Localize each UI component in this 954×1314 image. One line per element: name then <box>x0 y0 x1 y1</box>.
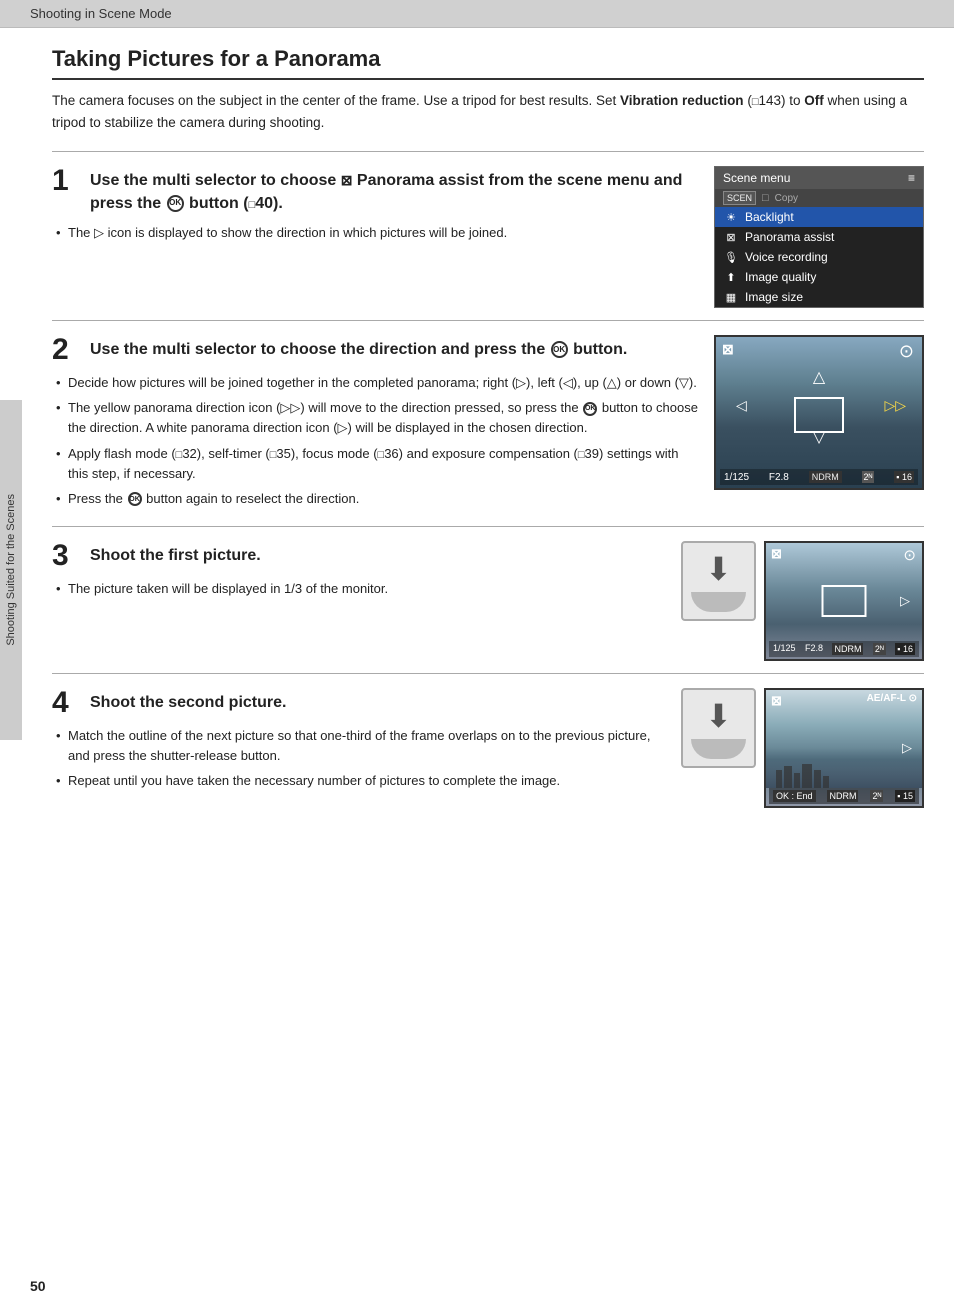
cam3-bracket <box>822 585 867 617</box>
step-4-section: 4 Shoot the second picture. Match the ou… <box>52 673 924 820</box>
scene-menu-backlight: ☀ Backlight <box>715 207 923 227</box>
cam-panorama-icon: ⊠ <box>722 341 734 358</box>
header-title: Shooting in Scene Mode <box>30 6 172 21</box>
step-2-bullet-4: Press the OK button again to reselect th… <box>52 489 700 509</box>
scene-menu-item: SCEN □ Copy <box>715 189 923 207</box>
scene-menu-panorama: ⊠ Panorama assist <box>715 227 923 247</box>
step-3-text: 3 Shoot the first picture. The picture t… <box>52 541 667 604</box>
scene-menu-header: Scene menu ≡ <box>715 167 923 189</box>
cam3-bottom: 1/125 F2.8 NDRM 2ᴺ ▪ 16 <box>769 641 919 657</box>
step-4-images: ⬇ ⊠ AE/AF-L ⊙ <box>681 688 924 808</box>
step-4-text: 4 Shoot the second picture. Match the ou… <box>52 688 667 796</box>
step-3-body: 3 Shoot the first picture. The picture t… <box>52 541 924 661</box>
step-3-section: 3 Shoot the first picture. The picture t… <box>52 526 924 673</box>
page-number: 50 <box>30 1278 46 1294</box>
step-4-bullet-1: Match the outline of the next picture so… <box>52 726 667 766</box>
step-3-bullets: The picture taken will be displayed in 1… <box>52 579 667 599</box>
step-4-header: 4 Shoot the second picture. <box>52 688 667 718</box>
cam-settings-icon: ⊙ <box>899 341 914 362</box>
cam3-arrow: ▷ <box>900 593 910 609</box>
cam-count: ▪ 16 <box>894 471 914 483</box>
step-1-text: 1 Use the multi selector to choose ⊠ Pan… <box>52 166 700 248</box>
cam3-tr: ⊙ <box>903 546 916 564</box>
step-2-header: 2 Use the multi selector to choose the d… <box>52 335 700 365</box>
step-1-number: 1 <box>52 166 76 196</box>
step-1-section: 1 Use the multi selector to choose ⊠ Pan… <box>52 151 924 320</box>
cam3-tl: ⊠ <box>771 546 782 562</box>
step-2-section: 2 Use the multi selector to choose the d… <box>52 320 924 526</box>
side-tab-label: Shooting Suited for the Scenes <box>5 494 17 646</box>
main-content: Taking Pictures for a Panorama The camer… <box>22 28 954 840</box>
step-3-images: ⬇ ⊠ ⊙ ▷ 1/125 F2.8 NDRM 2ᴺ ▪ 16 <box>681 541 924 661</box>
step-1-bullet-1: The ▷ icon is displayed to show the dire… <box>52 223 700 243</box>
cam-norm: NDRM <box>809 471 842 483</box>
cam4-tl: ⊠ <box>771 693 782 709</box>
camera-display-step4: ⊠ AE/AF-L ⊙ ▷ OK : End <box>764 688 924 808</box>
cam4-arrow: ▷ <box>902 740 912 756</box>
cam4-tr: AE/AF-L ⊙ <box>867 693 917 704</box>
step-4-title: Shoot the second picture. <box>90 688 286 714</box>
cam-right-arrow-yellow: ▷▷ <box>884 397 906 414</box>
step-3-header: 3 Shoot the first picture. <box>52 541 667 571</box>
step-3-title: Shoot the first picture. <box>90 541 261 567</box>
ok-inline-2: OK <box>128 492 142 506</box>
step-2-title: Use the multi selector to choose the dir… <box>90 335 627 361</box>
step-2-number: 2 <box>52 335 76 365</box>
step-4-bullets: Match the outline of the next picture so… <box>52 726 667 791</box>
step-4-bullet-2: Repeat until you have taken the necessar… <box>52 771 667 791</box>
ok-inline: OK <box>583 402 597 416</box>
step-1-title: Use the multi selector to choose ⊠ Panor… <box>90 166 700 215</box>
step-2-bullets: Decide how pictures will be joined toget… <box>52 373 700 509</box>
step-3-bullet-1: The picture taken will be displayed in 1… <box>52 579 667 599</box>
step-1-body: 1 Use the multi selector to choose ⊠ Pan… <box>52 166 924 308</box>
scene-menu-display: Scene menu ≡ SCEN □ Copy ☀ Backlight ⊠ P… <box>714 166 924 308</box>
page-title: Taking Pictures for a Panorama <box>52 46 924 80</box>
camera-display-step3: ⊠ ⊙ ▷ 1/125 F2.8 NDRM 2ᴺ ▪ 16 <box>764 541 924 661</box>
side-tab: Shooting Suited for the Scenes <box>0 400 22 740</box>
step-2-bullet-3: Apply flash mode (□32), self-timer (□35)… <box>52 444 700 484</box>
cam-shutter: 1/125 <box>724 472 749 483</box>
ok-button-icon-2: OK <box>551 341 568 358</box>
step-2-text: 2 Use the multi selector to choose the d… <box>52 335 700 514</box>
scene-menu-size: ▦ Image size <box>715 287 923 307</box>
cam-aperture: F2.8 <box>769 472 789 483</box>
step-2-bullet-2: The yellow panorama direction icon (▷▷) … <box>52 398 700 438</box>
page-header: Shooting in Scene Mode <box>0 0 954 28</box>
scene-menu-voice: 🎙 Voice recording <box>715 247 923 267</box>
intro-text: The camera focuses on the subject in the… <box>52 93 620 108</box>
cam-frames: 2ᴺ <box>862 471 875 483</box>
ok-button-icon: OK <box>167 195 184 212</box>
intro-paragraph: The camera focuses on the subject in the… <box>52 90 924 133</box>
camera-display-step2: ⊠ ⊙ △ ◁ ▷▷ ▽ 1/125 F2.8 NDRM 2ᴺ ▪ 16 <box>714 335 924 490</box>
step-1-bullets: The ▷ icon is displayed to show the dire… <box>52 223 700 243</box>
shutter-icon-step4: ⬇ <box>681 688 756 768</box>
cam-down-arrow: ▽ <box>813 427 825 447</box>
step-3-number: 3 <box>52 541 76 571</box>
cam4-bottom: OK : End NDRM 2ᴺ ▪ 15 <box>769 788 919 804</box>
intro-bold: Vibration reduction <box>620 93 744 108</box>
shutter-icon-step3: ⬇ <box>681 541 756 621</box>
step-4-body: 4 Shoot the second picture. Match the ou… <box>52 688 924 808</box>
step-1-header: 1 Use the multi selector to choose ⊠ Pan… <box>52 166 700 215</box>
step-2-body: 2 Use the multi selector to choose the d… <box>52 335 924 514</box>
cam-left-arrow: ◁ <box>736 397 747 414</box>
step-2-bullet-1: Decide how pictures will be joined toget… <box>52 373 700 393</box>
cam-bottom-bar: 1/125 F2.8 NDRM 2ᴺ ▪ 16 <box>720 469 918 485</box>
step-4-number: 4 <box>52 688 76 718</box>
scene-menu-quality: ⬆ Image quality <box>715 267 923 287</box>
cam-up-arrow: △ <box>813 367 825 387</box>
